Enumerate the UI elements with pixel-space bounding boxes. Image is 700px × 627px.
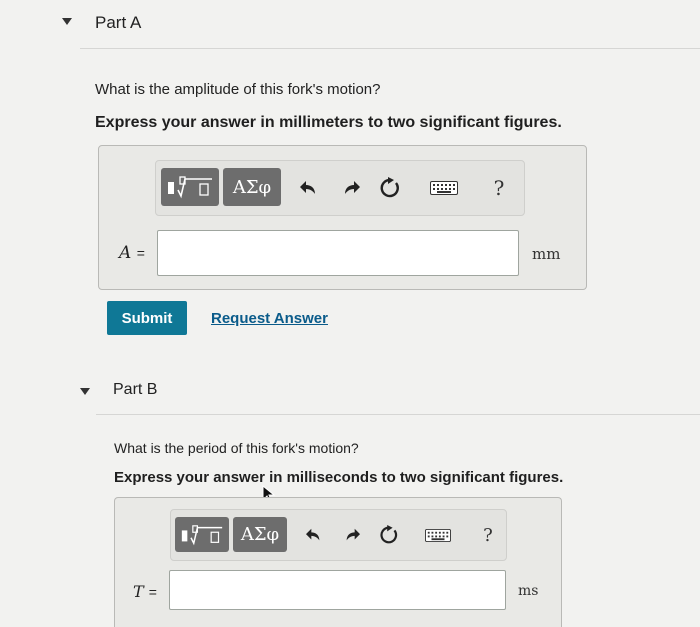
redo-icon xyxy=(345,181,360,194)
reset-icon xyxy=(380,177,399,198)
part-b-keyboard-button[interactable] xyxy=(423,525,453,545)
part-a-math-toolbar: ΑΣφ ? xyxy=(155,160,525,216)
part-b-greek-label: ΑΣφ xyxy=(240,524,280,545)
part-b-greek-symbols-button[interactable]: ΑΣφ xyxy=(233,517,287,552)
part-b-redo-button[interactable] xyxy=(340,524,364,546)
part-b-collapse-caret-icon[interactable] xyxy=(80,388,90,395)
part-a-equals: = xyxy=(136,245,145,261)
part-a-undo-button[interactable] xyxy=(296,176,322,200)
part-a-divider xyxy=(80,48,700,49)
part-a-collapse-caret-icon[interactable] xyxy=(62,18,72,25)
part-b-question: What is the period of this fork's motion… xyxy=(114,440,359,456)
part-a-answer-input[interactable] xyxy=(157,230,519,276)
part-a-greek-symbols-button[interactable]: ΑΣφ xyxy=(223,168,281,206)
undo-icon xyxy=(306,528,320,541)
part-a-keyboard-button[interactable] xyxy=(429,177,459,199)
part-b-reset-button[interactable] xyxy=(377,523,401,547)
part-a-answer-box: ΑΣφ ? A = mm xyxy=(98,145,587,290)
undo-icon xyxy=(300,181,315,194)
request-answer-link[interactable]: Request Answer xyxy=(211,310,328,327)
help-icon: ? xyxy=(483,524,493,546)
part-b-divider xyxy=(96,414,700,415)
part-a-variable: A xyxy=(119,243,132,263)
part-a-unit: mm xyxy=(532,245,561,263)
part-a-variable-label: A = xyxy=(119,243,145,263)
submit-button[interactable]: Submit xyxy=(107,301,187,335)
redo-icon xyxy=(346,528,360,541)
part-a-question: What is the amplitude of this fork's mot… xyxy=(95,81,381,98)
part-a-templates-button[interactable] xyxy=(161,168,219,206)
part-a-redo-button[interactable] xyxy=(338,176,364,200)
part-b-instruction: Express your answer in milliseconds to t… xyxy=(114,469,564,486)
templates-icon xyxy=(168,176,212,199)
keyboard-icon xyxy=(425,528,451,542)
help-icon: ? xyxy=(493,176,505,200)
templates-icon xyxy=(181,524,223,545)
part-b-equals: = xyxy=(148,584,157,600)
part-a-help-button[interactable]: ? xyxy=(488,174,510,202)
part-a-greek-label: ΑΣφ xyxy=(232,176,272,198)
part-b-help-button[interactable]: ? xyxy=(478,522,498,548)
part-b-variable-label: T = xyxy=(133,582,157,601)
reset-icon xyxy=(380,525,398,544)
keyboard-icon xyxy=(430,181,458,195)
part-b-variable: T xyxy=(133,582,144,601)
part-b-templates-button[interactable] xyxy=(175,517,229,552)
part-b-unit: ms xyxy=(518,583,539,599)
part-b-title[interactable]: Part B xyxy=(113,381,157,399)
part-a-reset-button[interactable] xyxy=(377,175,403,201)
part-a-instruction: Express your answer in millimeters to tw… xyxy=(95,114,562,131)
part-b-answer-box: ΑΣφ ? T = ms xyxy=(114,497,562,627)
part-a-title[interactable]: Part A xyxy=(95,13,141,33)
part-b-math-toolbar: ΑΣφ ? xyxy=(170,509,507,561)
part-b-answer-input[interactable] xyxy=(169,570,506,610)
part-b-undo-button[interactable] xyxy=(302,524,326,546)
